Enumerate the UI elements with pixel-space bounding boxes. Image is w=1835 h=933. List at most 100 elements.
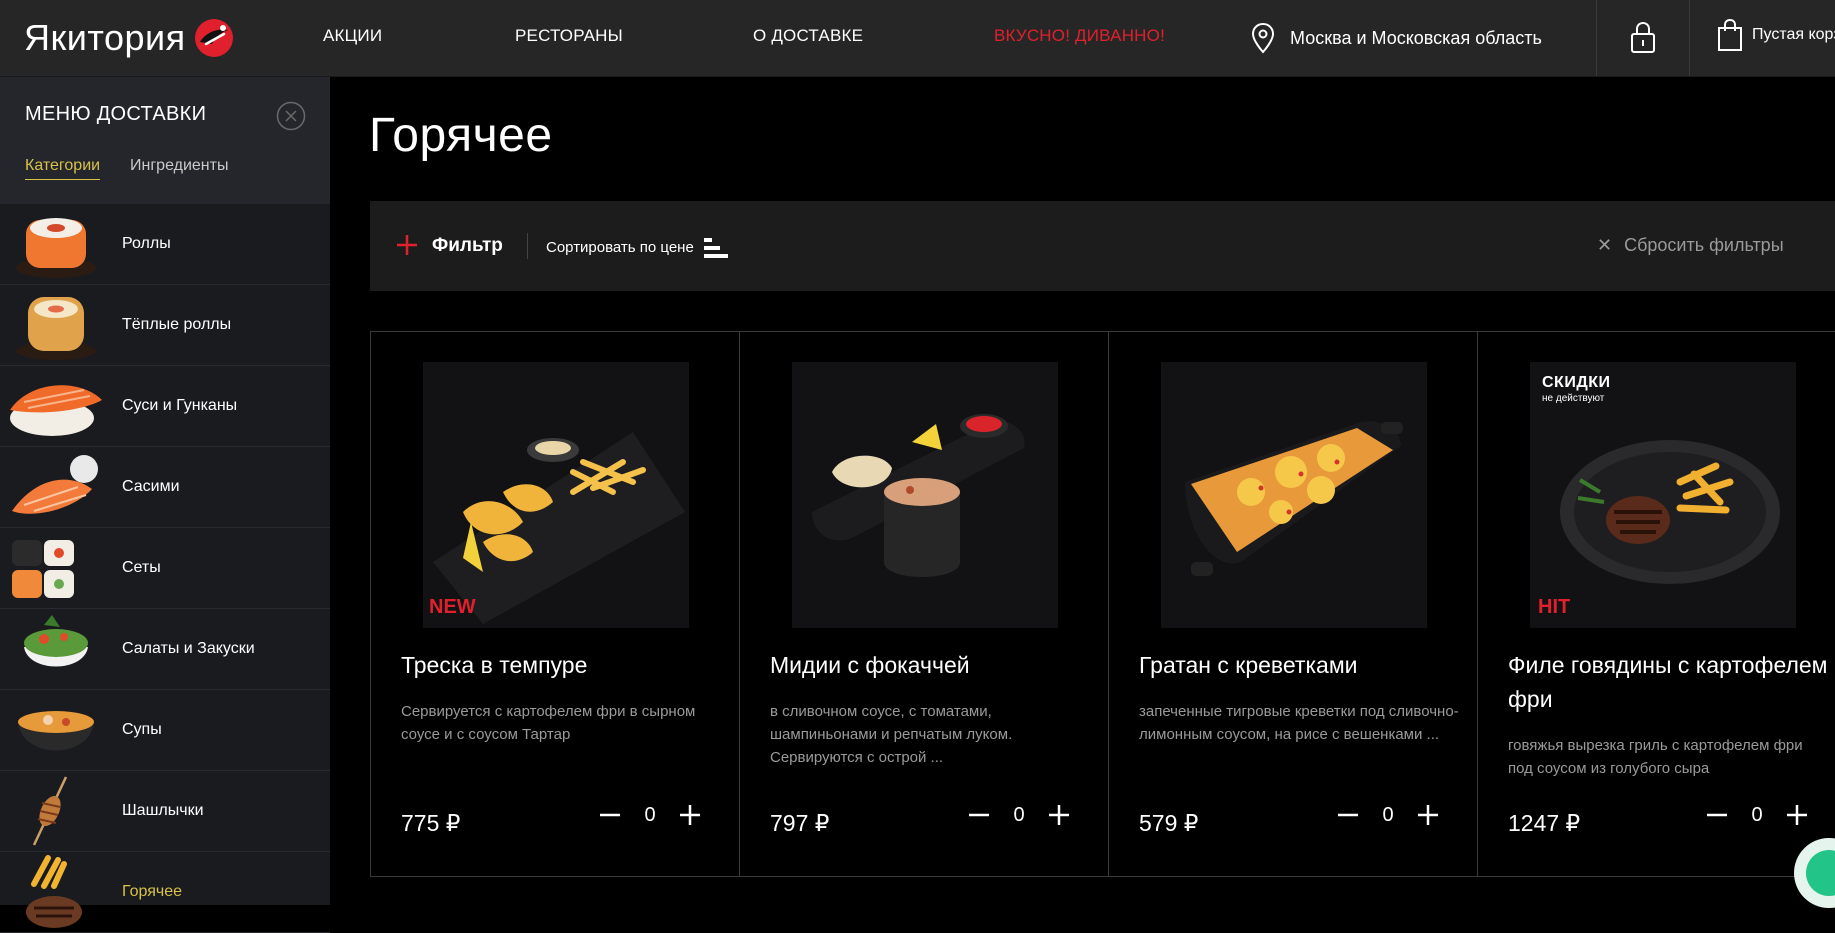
product-grid: NEW Треска в темпуре Сервируется с карто… (370, 331, 1835, 906)
sidebar-item-label: Салаты и Закуски (122, 640, 255, 657)
sidebar-item-label: Суси и Гунканы (122, 397, 238, 414)
product-description: говяжья вырезка гриль с картофелем фри п… (1508, 737, 1803, 777)
reset-filters-label: Сбросить фильтры (1624, 235, 1784, 255)
filter-divider (527, 233, 528, 259)
minus-icon[interactable] (966, 802, 992, 828)
hot-dishes-thumbnail (26, 855, 82, 928)
rolls-thumbnail (16, 218, 96, 278)
plus-icon[interactable] (1784, 802, 1810, 828)
close-icon[interactable] (276, 101, 306, 131)
sidebar-item-label: Шашлычки (122, 802, 204, 819)
plus-icon[interactable] (1415, 802, 1441, 828)
product-price: 797 ₽ (770, 810, 830, 836)
sets-thumbnail (12, 540, 74, 598)
logo[interactable]: Якитория (24, 14, 234, 62)
chat-icon (1806, 850, 1835, 896)
product-card[interactable]: Мидии с фокаччей в сливочном соусе, с то… (739, 332, 1108, 877)
skewers-thumbnail (32, 776, 68, 846)
plus-icon[interactable] (1046, 802, 1072, 828)
sushi-thumbnail (10, 385, 102, 436)
cart-button[interactable]: Пустая корзина (1716, 18, 1835, 52)
tab-ingredients[interactable]: Ингредиенты (130, 157, 228, 175)
warm-rolls-thumbnail (16, 297, 96, 360)
delivery-menu-sidebar: МЕНЮ ДОСТАВКИ Категории Ингредиенты Ролл… (0, 77, 330, 933)
sidebar-item-label: Сеты (122, 559, 161, 576)
header-divider (1596, 0, 1597, 76)
minus-icon[interactable] (597, 802, 623, 828)
product-name[interactable]: Треска в темпуре (401, 648, 721, 682)
sidebar-item-sashimi[interactable]: Сасими (0, 447, 330, 528)
sidebar-item-soups[interactable]: Супы (0, 690, 330, 771)
product-name[interactable]: Мидии с фокаччей (770, 648, 1090, 682)
filter-button[interactable]: Фильтр (432, 235, 503, 257)
sidebar-item-sushi[interactable]: Суси и Гунканы (0, 366, 330, 447)
sort-icon[interactable] (704, 238, 728, 258)
quantity-stepper: 0 (966, 802, 1072, 828)
site-header: Якитория АКЦИИ РЕСТОРАНЫ О ДОСТАВКЕ ВКУС… (0, 0, 1835, 77)
shopping-bag-icon (1718, 18, 1742, 51)
sidebar-item-salads[interactable]: Салаты и Закуски (0, 609, 330, 690)
product-name[interactable]: Гратан с креветками (1139, 648, 1459, 682)
quantity-stepper: 0 (597, 802, 703, 828)
product-image[interactable] (1161, 362, 1427, 628)
minus-icon[interactable] (1704, 802, 1730, 828)
product-price: 579 ₽ (1139, 810, 1199, 836)
product-description: Сервируется с картофелем фри в сырном со… (401, 703, 696, 743)
discount-notice: СКИДКИ не действуют (1542, 374, 1610, 404)
product-card[interactable]: Гратан с креветками запеченные тигровые … (1108, 332, 1477, 877)
sidebar-title: МЕНЮ ДОСТАВКИ (25, 103, 207, 125)
quantity-stepper: 0 (1704, 802, 1810, 828)
reset-filters-button[interactable]: ✕ Сбросить фильтры (1597, 235, 1784, 256)
product-description: в сливочном соусе, с томатами, шампиньон… (770, 703, 1013, 766)
salads-thumbnail (24, 615, 88, 667)
product-price: 1247 ₽ (1508, 810, 1581, 836)
logo-mark-icon (194, 19, 233, 57)
hit-badge: HIT (1538, 596, 1571, 618)
lock-icon[interactable] (1628, 20, 1658, 54)
product-name[interactable]: Филе говядины с картофелем фри (1508, 648, 1828, 716)
sort-by-price-button[interactable]: Сортировать по цене (546, 239, 694, 256)
soups-thumbnail (18, 711, 94, 751)
sidebar-item-label: Горячее (122, 883, 183, 900)
page-title: Горячее (369, 109, 553, 162)
product-description: запеченные тигровые креветки под сливочн… (1139, 703, 1459, 743)
nav-promotions[interactable]: АКЦИИ (323, 26, 382, 46)
nav-restaurants[interactable]: РЕСТОРАНЫ (515, 26, 623, 46)
quantity-value: 0 (1751, 803, 1763, 826)
sidebar-item-label: Тёплые роллы (122, 316, 232, 333)
discount-notice-title: СКИДКИ (1542, 374, 1611, 391)
quantity-value: 0 (644, 803, 656, 826)
sidebar-item-label: Роллы (122, 235, 171, 252)
header-divider (1689, 0, 1690, 76)
minus-icon[interactable] (1335, 802, 1361, 828)
close-icon: ✕ (1597, 235, 1613, 255)
location-selector[interactable]: Москва и Московская область (1250, 22, 1542, 54)
location-text: Москва и Московская область (1290, 27, 1542, 48)
new-badge: NEW (429, 596, 476, 618)
sidebar-item-hot[interactable]: Горячее (0, 852, 330, 933)
quantity-value: 0 (1382, 803, 1394, 826)
plus-icon[interactable] (677, 802, 703, 828)
tab-categories[interactable]: Категории (25, 157, 101, 180)
filter-bar: Фильтр Сортировать по цене ✕ Сбросить фи… (370, 201, 1835, 291)
sidebar-item-rolls[interactable]: Роллы (0, 204, 330, 285)
nav-delivery[interactable]: О ДОСТАВКЕ (753, 26, 863, 46)
logo-text: Якитория (24, 17, 186, 58)
nav-promo-special[interactable]: ВКУСНО! ДИВАННО! (994, 26, 1165, 46)
sidebar-item-sets[interactable]: Сеты (0, 528, 330, 609)
sidebar-item-label: Сасими (122, 478, 180, 495)
sidebar-item-skewers[interactable]: Шашлычки (0, 771, 330, 852)
location-pin-icon (1251, 22, 1275, 54)
product-image[interactable] (792, 362, 1058, 628)
sashimi-thumbnail (12, 455, 98, 514)
product-card[interactable]: NEW Треска в темпуре Сервируется с карто… (370, 332, 739, 877)
product-card[interactable]: СКИДКИ не действуют HIT Филе говядины с … (1477, 332, 1835, 877)
cart-label: Пустая корзина (1752, 26, 1835, 43)
product-image[interactable] (423, 362, 689, 628)
plus-icon[interactable] (396, 234, 418, 256)
quantity-stepper: 0 (1335, 802, 1441, 828)
quantity-value: 0 (1013, 803, 1025, 826)
sidebar-item-warm-rolls[interactable]: Тёплые роллы (0, 285, 330, 366)
sidebar-header: МЕНЮ ДОСТАВКИ Категории Ингредиенты (0, 77, 330, 204)
discount-notice-subtitle: не действуют (1542, 393, 1605, 404)
